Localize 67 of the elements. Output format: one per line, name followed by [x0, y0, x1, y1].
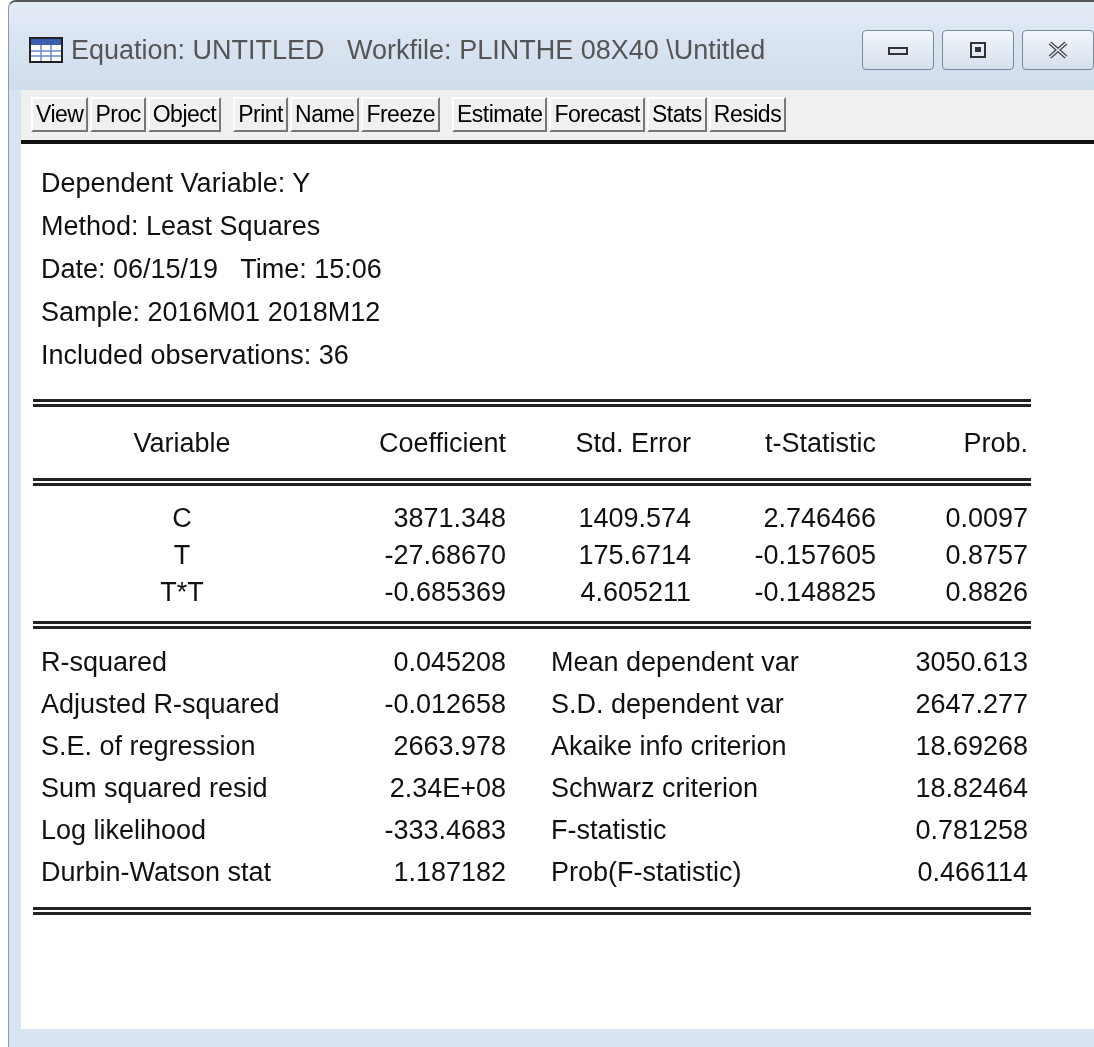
column-header: Coefficient: [377, 427, 506, 460]
statistic-value: -0.012658: [383, 688, 506, 721]
header-line: Date: 06/15/19 Time: 15:06: [41, 253, 383, 286]
table-cell-text: -0.685369: [383, 576, 506, 609]
close-icon: [1047, 41, 1069, 59]
minimize-button[interactable]: [862, 30, 934, 70]
column-header: Prob.: [962, 427, 1028, 460]
statistic-value: 0.466114: [916, 856, 1028, 889]
statistic-label: Adjusted R-squared: [40, 688, 281, 721]
table-cell-text: 2.746466: [762, 502, 876, 535]
table-cell-text: 175.6714: [577, 539, 691, 572]
table-cell-text: 3871.348: [392, 502, 506, 535]
table-cell-text: 1409.574: [577, 502, 691, 535]
table-cell-text: T*T: [159, 576, 205, 609]
statistic-value: -333.4683: [383, 814, 506, 847]
toolbar-button[interactable]: Stats: [646, 97, 707, 132]
statistic-label: Schwarz criterion: [550, 772, 760, 805]
table-cell-text: -0.157605: [753, 539, 876, 572]
table-cell-text: T: [172, 539, 192, 572]
minimize-icon: [888, 45, 908, 55]
statistic-value: 3050.613: [914, 646, 1028, 679]
table-cell-text: 0.0097: [944, 502, 1028, 535]
table-icon: [29, 37, 63, 63]
toolbar-button[interactable]: Proc: [90, 97, 146, 132]
statistic-label: S.D. dependent var: [550, 688, 785, 721]
statistic-label: Log likelihood: [40, 814, 208, 847]
statistic-value: 2647.277: [914, 688, 1028, 721]
table-cell-text: 0.8757: [944, 539, 1028, 572]
table-cell-text: C: [171, 502, 193, 535]
header-line: Sample: 2016M01 2018M12: [41, 296, 382, 329]
header-line: Method: Least Squares: [41, 210, 322, 243]
table-cell-text: 4.605211: [579, 576, 691, 609]
statistic-label: Sum squared resid: [40, 772, 269, 805]
column-header: Std. Error: [574, 427, 691, 460]
toolbar-button[interactable]: Object: [147, 97, 222, 132]
header-line: Included observations: 36: [41, 339, 350, 372]
header-line: Dependent Variable: Y: [41, 167, 312, 200]
statistic-label: R-squared: [40, 646, 169, 679]
column-header: Variable: [132, 427, 232, 460]
statistic-value: 2663.978: [392, 730, 506, 763]
toolbar-button[interactable]: Name: [290, 97, 360, 132]
statistic-label: F-statistic: [550, 814, 668, 847]
restore-icon: [969, 41, 987, 59]
table-cell-text: 0.8826: [944, 576, 1028, 609]
statistic-label: Prob(F-statistic): [550, 856, 743, 889]
toolbar-button[interactable]: Print: [233, 97, 288, 132]
statistic-value: 18.82464: [914, 772, 1028, 805]
table-cell-text: -27.68670: [383, 539, 506, 572]
statistic-value: 18.69268: [914, 730, 1028, 763]
toolbar-button[interactable]: Estimate: [451, 97, 548, 132]
column-header: t-Statistic: [763, 427, 876, 460]
toolbar-button[interactable]: View: [31, 97, 89, 132]
close-button[interactable]: [1022, 30, 1094, 70]
statistic-value: 1.187182: [392, 856, 506, 889]
toolbar-button[interactable]: Resids: [708, 97, 787, 132]
table-cell-text: -0.148825: [753, 576, 876, 609]
statistic-value: 0.045208: [392, 646, 506, 679]
maximize-button[interactable]: [942, 30, 1014, 70]
statistic-label: Durbin-Watson stat: [40, 856, 273, 889]
statistic-value: 2.34E+08: [388, 772, 506, 805]
statistic-value: 0.781258: [914, 814, 1028, 847]
toolbar-button[interactable]: Forecast: [549, 97, 645, 132]
statistic-label: Akaike info criterion: [550, 730, 788, 763]
window-title: Equation: UNTITLED Workfile: PLINTHE 08X40 \Untitled: [71, 34, 766, 66]
statistic-label: S.E. of regression: [40, 730, 257, 763]
toolbar-button[interactable]: Freeze: [361, 97, 440, 132]
statistic-label: Mean dependent var: [550, 646, 800, 679]
